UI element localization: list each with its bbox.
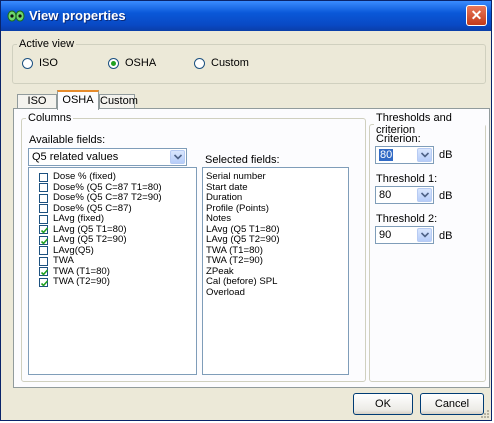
selected-field-item[interactable]: Serial number bbox=[203, 172, 348, 183]
radio-osha-label: OSHA bbox=[125, 57, 157, 69]
selected-field-item[interactable]: Notes bbox=[203, 214, 348, 225]
tab-osha[interactable]: OSHA bbox=[57, 90, 99, 110]
available-field-label: LAvg(Q5) bbox=[53, 244, 94, 256]
available-field-label: TWA bbox=[53, 255, 74, 267]
columns-legend: Columns bbox=[28, 112, 72, 124]
app-icon bbox=[7, 10, 25, 22]
tab-custom[interactable]: Custom bbox=[99, 94, 138, 109]
close-button[interactable]: ✕ bbox=[466, 5, 487, 26]
checkbox-unchecked[interactable] bbox=[39, 193, 48, 203]
available-field-item[interactable]: TWA (T2=90) bbox=[39, 277, 196, 288]
available-field-label: LAvg (Q5 T1=80) bbox=[53, 223, 127, 235]
threshold1-value: 80 bbox=[379, 189, 392, 201]
checkbox-checked[interactable] bbox=[39, 235, 49, 245]
threshold2-unit: dB bbox=[439, 230, 453, 242]
checkbox-checked[interactable] bbox=[39, 277, 49, 287]
selected-field-item[interactable]: Cal (before) SPL bbox=[203, 277, 348, 288]
available-field-label: LAvg (fixed) bbox=[53, 213, 105, 225]
selected-field-item[interactable]: TWA (T2=90) bbox=[203, 256, 348, 267]
available-field-label: TWA (T2=90) bbox=[53, 276, 110, 288]
chevron-down-icon[interactable] bbox=[417, 148, 432, 162]
available-field-item[interactable]: TWA bbox=[39, 256, 196, 267]
threshold1-label: Threshold 1: bbox=[376, 173, 438, 185]
available-field-label: LAvg (Q5 T2=90) bbox=[53, 234, 127, 246]
title-bar[interactable]: View properties ✕ bbox=[1, 1, 491, 31]
available-field-item[interactable]: Dose % (fixed) bbox=[39, 172, 196, 183]
threshold2-label: Threshold 2: bbox=[376, 213, 438, 225]
threshold2-value: 90 bbox=[379, 229, 392, 241]
checkmark-icon bbox=[40, 238, 49, 245]
ok-button[interactable]: OK bbox=[353, 393, 413, 415]
resize-grip-icon[interactable] bbox=[478, 407, 490, 419]
radio-custom-circle[interactable] bbox=[194, 57, 205, 69]
selected-fields-list[interactable]: Serial number Start date Duration Profile (… bbox=[202, 167, 349, 375]
field-category-select[interactable]: Q5 related values bbox=[28, 148, 187, 166]
available-field-label: Dose % (fixed) bbox=[53, 171, 116, 183]
checkmark-icon bbox=[40, 269, 49, 276]
checkbox-unchecked[interactable] bbox=[39, 204, 48, 214]
active-view-group: Active view bbox=[12, 38, 486, 84]
radio-osha-circle[interactable] bbox=[108, 57, 119, 69]
radio-iso-circle[interactable] bbox=[22, 57, 33, 69]
active-view-legend: Active view bbox=[19, 38, 75, 50]
radio-iso-label: ISO bbox=[39, 57, 58, 69]
selected-field-item[interactable]: Overload bbox=[203, 287, 348, 299]
available-fields-list[interactable]: Dose % (fixed) Dose% (Q5 C=87 T1=80) Dose%… bbox=[28, 167, 197, 375]
available-field-item[interactable]: Dose% (Q5 C=87 T2=90) bbox=[39, 193, 196, 204]
checkmark-icon bbox=[40, 227, 49, 234]
criterion-label: Criterion: bbox=[376, 133, 421, 145]
threshold2-select[interactable]: 90 bbox=[375, 226, 434, 244]
checkbox-unchecked[interactable] bbox=[39, 183, 48, 193]
criterion-select[interactable]: 80 bbox=[375, 146, 434, 164]
threshold1-select[interactable]: 80 bbox=[375, 186, 434, 204]
selected-field-item[interactable]: LAvg (Q5 T2=90) bbox=[203, 235, 348, 246]
available-fields-label: Available fields: bbox=[29, 134, 106, 146]
field-category-value: Q5 related values bbox=[32, 151, 119, 163]
available-field-label: Dose% (Q5 C=87 T1=80) bbox=[53, 181, 162, 193]
available-field-label: TWA (T1=80) bbox=[53, 265, 110, 277]
checkmark-icon bbox=[40, 280, 49, 287]
tab-iso[interactable]: ISO bbox=[17, 94, 57, 109]
selected-field-item[interactable]: Duration bbox=[203, 193, 348, 204]
selected-fields-label: Selected fields: bbox=[205, 154, 280, 166]
radio-osha[interactable]: OSHA bbox=[108, 56, 156, 70]
chevron-down-icon[interactable] bbox=[417, 188, 432, 202]
view-properties-window: View properties ✕ Active view ISO OSHA C… bbox=[0, 0, 492, 421]
checkbox-unchecked[interactable] bbox=[39, 246, 48, 256]
radio-custom-label: Custom bbox=[211, 57, 249, 69]
checkbox-checked[interactable] bbox=[39, 225, 49, 235]
cancel-button[interactable]: Cancel bbox=[420, 393, 484, 415]
criterion-value: 80 bbox=[379, 149, 394, 161]
available-field-item[interactable]: LAvg (fixed) bbox=[39, 214, 196, 225]
checkbox-unchecked[interactable] bbox=[39, 214, 48, 224]
chevron-down-icon[interactable] bbox=[417, 228, 432, 242]
threshold1-unit: dB bbox=[439, 190, 453, 202]
checkbox-unchecked[interactable] bbox=[39, 172, 48, 182]
window-title: View properties bbox=[29, 8, 126, 23]
checkbox-checked[interactable] bbox=[39, 267, 49, 277]
available-field-item[interactable]: LAvg (Q5 T2=90) bbox=[39, 235, 196, 246]
available-field-label: Dose% (Q5 C=87 T2=90) bbox=[53, 192, 162, 204]
radio-custom[interactable]: Custom bbox=[194, 56, 249, 70]
checkbox-unchecked[interactable] bbox=[39, 256, 48, 266]
available-field-label: Dose% (Q5 C=87) bbox=[53, 202, 132, 214]
chevron-down-icon[interactable] bbox=[170, 150, 185, 164]
criterion-unit: dB bbox=[439, 149, 453, 161]
radio-iso[interactable]: ISO bbox=[22, 56, 58, 70]
